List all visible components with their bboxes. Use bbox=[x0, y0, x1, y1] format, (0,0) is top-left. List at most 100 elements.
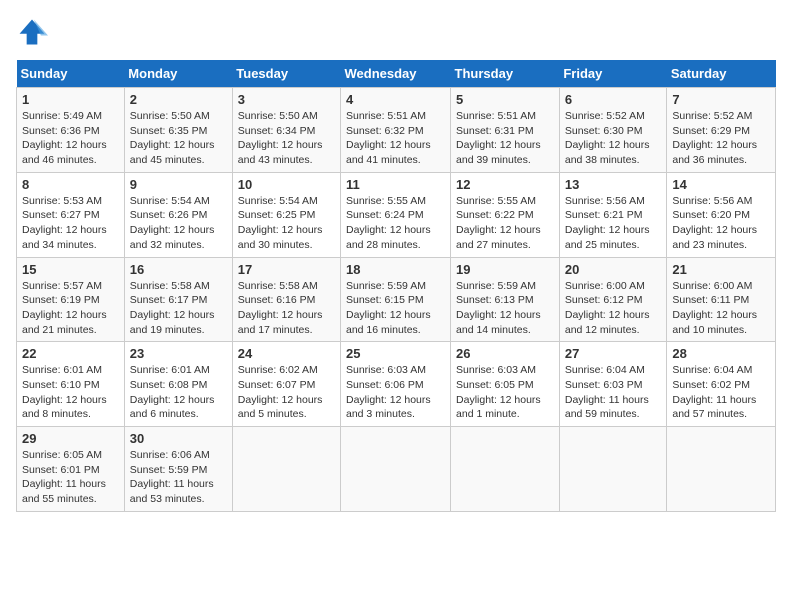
day-header-sunday: Sunday bbox=[17, 60, 125, 88]
calendar-week-3: 15Sunrise: 5:57 AM Sunset: 6:19 PM Dayli… bbox=[17, 257, 776, 342]
day-number: 6 bbox=[565, 92, 662, 107]
calendar-cell: 13 Sunrise: 5:56 AM Sunset: 6:21 PM Dayli… bbox=[559, 172, 667, 257]
page-header bbox=[16, 16, 776, 48]
day-detail: Sunrise: 5:51 AM Sunset: 6:32 PM Dayligh… bbox=[346, 109, 445, 168]
calendar-cell: 4 Sunrise: 5:51 AM Sunset: 6:32 PM Daylig… bbox=[341, 88, 451, 173]
day-detail: Sunrise: 6:04 AM Sunset: 6:03 PM Dayligh… bbox=[565, 363, 662, 422]
calendar-cell: 17Sunrise: 5:58 AM Sunset: 6:16 PM Dayli… bbox=[232, 257, 340, 342]
day-number: 4 bbox=[346, 92, 445, 107]
calendar-cell bbox=[559, 427, 667, 512]
day-detail: Sunrise: 6:02 AM Sunset: 6:07 PM Dayligh… bbox=[238, 363, 335, 422]
calendar-cell: 5 Sunrise: 5:51 AM Sunset: 6:31 PM Daylig… bbox=[451, 88, 560, 173]
day-detail: Sunrise: 5:59 AM Sunset: 6:15 PM Dayligh… bbox=[346, 279, 445, 338]
calendar-cell: 11Sunrise: 5:55 AM Sunset: 6:24 PM Dayli… bbox=[341, 172, 451, 257]
day-number: 29 bbox=[22, 431, 119, 446]
day-number: 24 bbox=[238, 346, 335, 361]
calendar-cell: 8 Sunrise: 5:53 AM Sunset: 6:27 PM Daylig… bbox=[17, 172, 125, 257]
day-detail: Sunrise: 6:00 AM Sunset: 6:11 PM Dayligh… bbox=[672, 279, 770, 338]
day-detail: Sunrise: 5:58 AM Sunset: 6:17 PM Dayligh… bbox=[130, 279, 227, 338]
day-number: 11 bbox=[346, 177, 445, 192]
logo-icon bbox=[16, 16, 48, 48]
day-header-saturday: Saturday bbox=[667, 60, 776, 88]
calendar-cell: 25Sunrise: 6:03 AM Sunset: 6:06 PM Dayli… bbox=[341, 342, 451, 427]
day-number: 17 bbox=[238, 262, 335, 277]
day-detail: Sunrise: 6:05 AM Sunset: 6:01 PM Dayligh… bbox=[22, 448, 119, 507]
calendar-cell: 26Sunrise: 6:03 AM Sunset: 6:05 PM Dayli… bbox=[451, 342, 560, 427]
day-detail: Sunrise: 5:52 AM Sunset: 6:29 PM Dayligh… bbox=[672, 109, 770, 168]
calendar-week-4: 22 Sunrise: 6:01 AM Sunset: 6:10 PM Dayli… bbox=[17, 342, 776, 427]
day-detail: Sunrise: 5:52 AM Sunset: 6:30 PM Dayligh… bbox=[565, 109, 662, 168]
day-header-wednesday: Wednesday bbox=[341, 60, 451, 88]
day-number: 14 bbox=[672, 177, 770, 192]
calendar-cell bbox=[232, 427, 340, 512]
calendar-header-row: SundayMondayTuesdayWednesdayThursdayFrid… bbox=[17, 60, 776, 88]
day-number: 5 bbox=[456, 92, 554, 107]
calendar-cell: 22 Sunrise: 6:01 AM Sunset: 6:10 PM Dayli… bbox=[17, 342, 125, 427]
day-number: 19 bbox=[456, 262, 554, 277]
day-detail: Sunrise: 5:51 AM Sunset: 6:31 PM Dayligh… bbox=[456, 109, 554, 168]
calendar-cell: 7 Sunrise: 5:52 AM Sunset: 6:29 PM Daylig… bbox=[667, 88, 776, 173]
calendar-cell: 12Sunrise: 5:55 AM Sunset: 6:22 PM Dayli… bbox=[451, 172, 560, 257]
day-header-thursday: Thursday bbox=[451, 60, 560, 88]
calendar-cell: 2Sunrise: 5:50 AM Sunset: 6:35 PM Daylig… bbox=[124, 88, 232, 173]
calendar-cell: 16Sunrise: 5:58 AM Sunset: 6:17 PM Dayli… bbox=[124, 257, 232, 342]
calendar-cell: 29 Sunrise: 6:05 AM Sunset: 6:01 PM Dayli… bbox=[17, 427, 125, 512]
day-detail: Sunrise: 6:01 AM Sunset: 6:10 PM Dayligh… bbox=[22, 363, 119, 422]
day-detail: Sunrise: 5:55 AM Sunset: 6:22 PM Dayligh… bbox=[456, 194, 554, 253]
day-header-monday: Monday bbox=[124, 60, 232, 88]
calendar-cell: 10 Sunrise: 5:54 AM Sunset: 6:25 PM Dayli… bbox=[232, 172, 340, 257]
day-number: 25 bbox=[346, 346, 445, 361]
day-header-friday: Friday bbox=[559, 60, 667, 88]
calendar-cell: 6 Sunrise: 5:52 AM Sunset: 6:30 PM Daylig… bbox=[559, 88, 667, 173]
calendar-cell: 24 Sunrise: 6:02 AM Sunset: 6:07 PM Dayli… bbox=[232, 342, 340, 427]
calendar-cell: 30 Sunrise: 6:06 AM Sunset: 5:59 PM Dayli… bbox=[124, 427, 232, 512]
day-detail: Sunrise: 5:57 AM Sunset: 6:19 PM Dayligh… bbox=[22, 279, 119, 338]
calendar-cell: 15Sunrise: 5:57 AM Sunset: 6:19 PM Dayli… bbox=[17, 257, 125, 342]
day-detail: Sunrise: 6:06 AM Sunset: 5:59 PM Dayligh… bbox=[130, 448, 227, 507]
day-detail: Sunrise: 5:54 AM Sunset: 6:26 PM Dayligh… bbox=[130, 194, 227, 253]
day-number: 21 bbox=[672, 262, 770, 277]
day-number: 27 bbox=[565, 346, 662, 361]
calendar-cell: 18 Sunrise: 5:59 AM Sunset: 6:15 PM Dayli… bbox=[341, 257, 451, 342]
calendar-cell: 3 Sunrise: 5:50 AM Sunset: 6:34 PM Daylig… bbox=[232, 88, 340, 173]
day-number: 22 bbox=[22, 346, 119, 361]
calendar-cell: 28 Sunrise: 6:04 AM Sunset: 6:02 PM Dayli… bbox=[667, 342, 776, 427]
calendar-cell bbox=[451, 427, 560, 512]
day-number: 10 bbox=[238, 177, 335, 192]
day-detail: Sunrise: 5:50 AM Sunset: 6:34 PM Dayligh… bbox=[238, 109, 335, 168]
day-detail: Sunrise: 6:04 AM Sunset: 6:02 PM Dayligh… bbox=[672, 363, 770, 422]
calendar-cell: 23Sunrise: 6:01 AM Sunset: 6:08 PM Dayli… bbox=[124, 342, 232, 427]
calendar-week-5: 29 Sunrise: 6:05 AM Sunset: 6:01 PM Dayli… bbox=[17, 427, 776, 512]
calendar-cell: 27 Sunrise: 6:04 AM Sunset: 6:03 PM Dayli… bbox=[559, 342, 667, 427]
calendar-cell: 19 Sunrise: 5:59 AM Sunset: 6:13 PM Dayli… bbox=[451, 257, 560, 342]
calendar-week-2: 8 Sunrise: 5:53 AM Sunset: 6:27 PM Daylig… bbox=[17, 172, 776, 257]
calendar-cell: 21 Sunrise: 6:00 AM Sunset: 6:11 PM Dayli… bbox=[667, 257, 776, 342]
logo bbox=[16, 16, 52, 48]
day-detail: Sunrise: 5:54 AM Sunset: 6:25 PM Dayligh… bbox=[238, 194, 335, 253]
day-number: 28 bbox=[672, 346, 770, 361]
day-number: 13 bbox=[565, 177, 662, 192]
calendar-cell: 1Sunrise: 5:49 AM Sunset: 6:36 PM Daylig… bbox=[17, 88, 125, 173]
day-number: 8 bbox=[22, 177, 119, 192]
day-number: 18 bbox=[346, 262, 445, 277]
day-number: 3 bbox=[238, 92, 335, 107]
day-number: 26 bbox=[456, 346, 554, 361]
day-detail: Sunrise: 5:56 AM Sunset: 6:21 PM Dayligh… bbox=[565, 194, 662, 253]
day-number: 20 bbox=[565, 262, 662, 277]
day-detail: Sunrise: 6:00 AM Sunset: 6:12 PM Dayligh… bbox=[565, 279, 662, 338]
day-detail: Sunrise: 5:59 AM Sunset: 6:13 PM Dayligh… bbox=[456, 279, 554, 338]
calendar-body: 1Sunrise: 5:49 AM Sunset: 6:36 PM Daylig… bbox=[17, 88, 776, 512]
day-detail: Sunrise: 5:49 AM Sunset: 6:36 PM Dayligh… bbox=[22, 109, 119, 168]
day-number: 30 bbox=[130, 431, 227, 446]
calendar-cell bbox=[341, 427, 451, 512]
day-detail: Sunrise: 6:01 AM Sunset: 6:08 PM Dayligh… bbox=[130, 363, 227, 422]
calendar-cell: 20 Sunrise: 6:00 AM Sunset: 6:12 PM Dayli… bbox=[559, 257, 667, 342]
calendar-cell: 14 Sunrise: 5:56 AM Sunset: 6:20 PM Dayli… bbox=[667, 172, 776, 257]
calendar-week-1: 1Sunrise: 5:49 AM Sunset: 6:36 PM Daylig… bbox=[17, 88, 776, 173]
calendar-cell bbox=[667, 427, 776, 512]
day-detail: Sunrise: 5:50 AM Sunset: 6:35 PM Dayligh… bbox=[130, 109, 227, 168]
day-detail: Sunrise: 5:53 AM Sunset: 6:27 PM Dayligh… bbox=[22, 194, 119, 253]
day-number: 7 bbox=[672, 92, 770, 107]
day-detail: Sunrise: 5:56 AM Sunset: 6:20 PM Dayligh… bbox=[672, 194, 770, 253]
calendar-cell: 9Sunrise: 5:54 AM Sunset: 6:26 PM Daylig… bbox=[124, 172, 232, 257]
